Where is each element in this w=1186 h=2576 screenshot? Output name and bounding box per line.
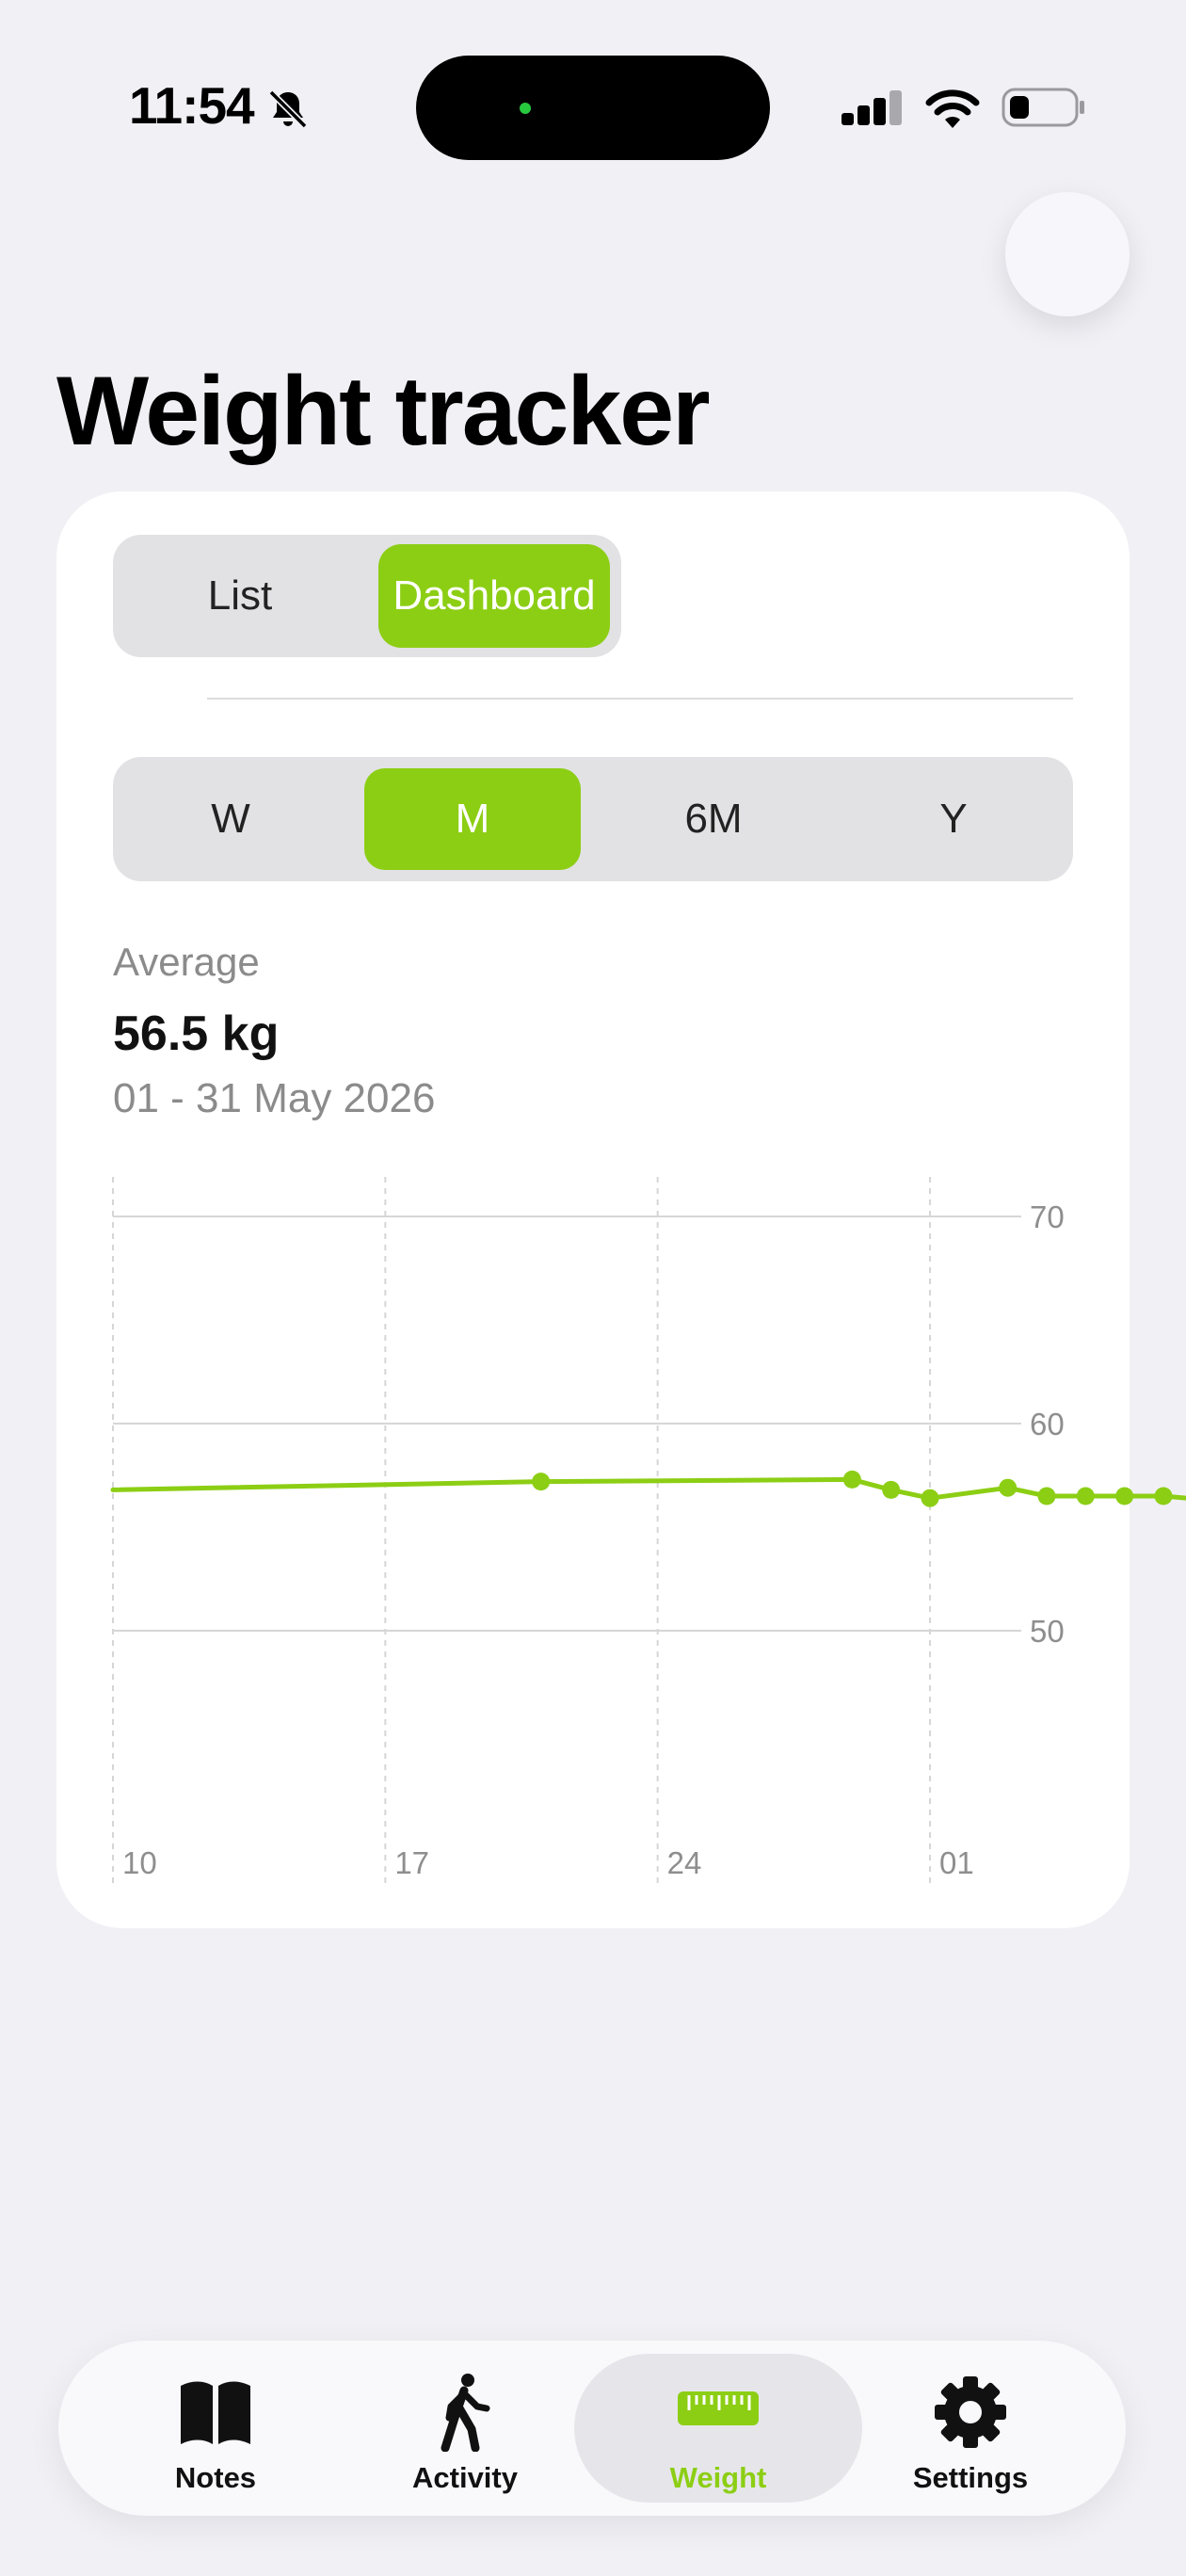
list-view-option[interactable]: List bbox=[122, 544, 358, 648]
page-title: Weight tracker bbox=[56, 357, 711, 466]
tab-activity-label: Activity bbox=[412, 2461, 518, 2494]
dashboard-view-option[interactable]: Dashboard bbox=[378, 544, 610, 648]
average-value: 56.5 kg bbox=[113, 1006, 280, 1061]
view-toggle: List Dashboard bbox=[113, 535, 621, 657]
status-time: 11:54 bbox=[129, 76, 255, 135]
tab-settings[interactable]: Settings bbox=[876, 2341, 1065, 2516]
date-range: 01 - 31 May 2026 bbox=[113, 1075, 436, 1121]
walking-figure-icon bbox=[441, 2374, 490, 2452]
gear-icon bbox=[935, 2376, 1006, 2448]
tab-notes[interactable]: Notes bbox=[121, 2341, 310, 2516]
average-label: Average bbox=[113, 940, 260, 984]
data-point bbox=[1154, 1487, 1173, 1505]
period-selector: W M 6M Y bbox=[113, 757, 1073, 881]
period-month[interactable]: M bbox=[364, 768, 581, 870]
profile-button[interactable] bbox=[1005, 192, 1130, 316]
tab-weight-label: Weight bbox=[669, 2461, 767, 2494]
tab-weight[interactable]: Weight bbox=[624, 2341, 812, 2516]
book-icon bbox=[181, 2381, 250, 2444]
bell-slash-icon bbox=[268, 89, 308, 129]
period-week[interactable]: W bbox=[122, 768, 339, 870]
battery-icon bbox=[1002, 88, 1084, 127]
divider bbox=[207, 698, 1073, 700]
dashboard-card bbox=[56, 491, 1130, 1928]
camera-indicator bbox=[520, 103, 531, 114]
ruler-icon bbox=[678, 2391, 759, 2425]
tab-bar: Notes Activity Weight Settings bbox=[58, 2341, 1126, 2516]
period-six-months[interactable]: 6M bbox=[605, 768, 822, 870]
tab-settings-label: Settings bbox=[912, 2461, 1029, 2494]
period-year[interactable]: Y bbox=[845, 768, 1062, 870]
dynamic-island bbox=[416, 56, 770, 160]
wifi-icon bbox=[925, 89, 980, 128]
signal-icon bbox=[841, 90, 902, 125]
tab-notes-label: Notes bbox=[174, 2461, 257, 2494]
tab-activity[interactable]: Activity bbox=[371, 2341, 559, 2516]
